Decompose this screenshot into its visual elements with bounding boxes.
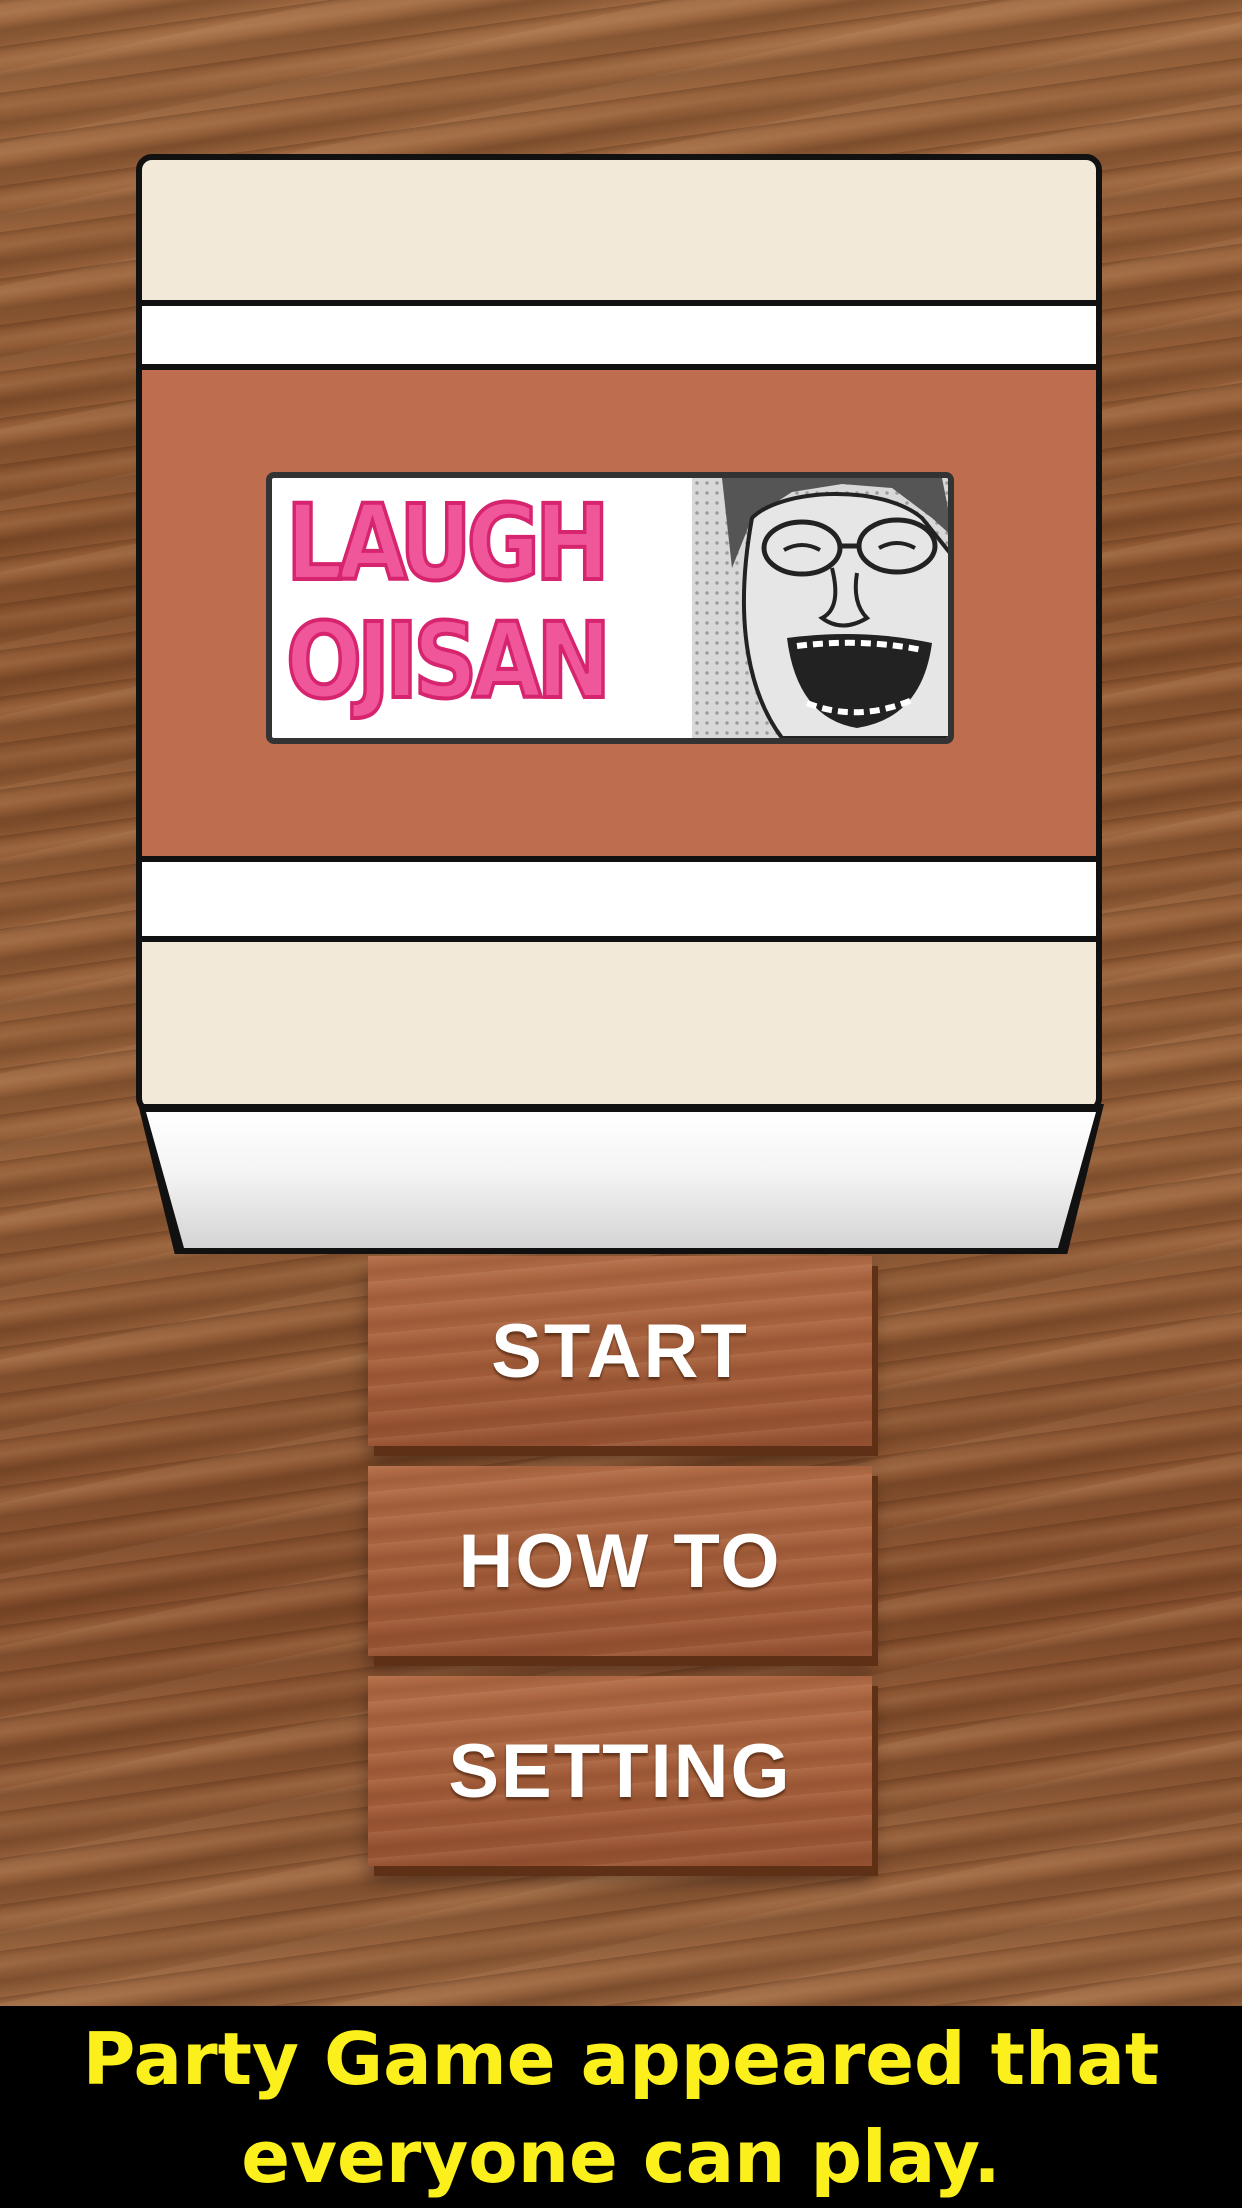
how-to-button[interactable]: HOW TO [368, 1466, 872, 1656]
promo-caption-line2: everyone can play. [241, 2115, 1001, 2199]
box-white-band-top [142, 300, 1096, 370]
logo-title-line1: LAUGH [284, 482, 611, 604]
start-button[interactable]: START [368, 1256, 872, 1446]
laughing-ojisan-face-icon [692, 478, 948, 738]
logo-title: LAUGH OJISAN [284, 482, 682, 722]
box-white-band-bottom [142, 862, 1096, 942]
game-logo: LAUGH OJISAN [266, 472, 954, 744]
logo-title-line2: OJISAN [284, 600, 613, 722]
box-base [146, 1112, 1096, 1248]
setting-button[interactable]: SETTING [368, 1676, 872, 1866]
promo-caption: Party Game appeared that everyone can pl… [0, 2006, 1242, 2208]
promo-caption-line1: Party Game appeared that [82, 2017, 1160, 2101]
